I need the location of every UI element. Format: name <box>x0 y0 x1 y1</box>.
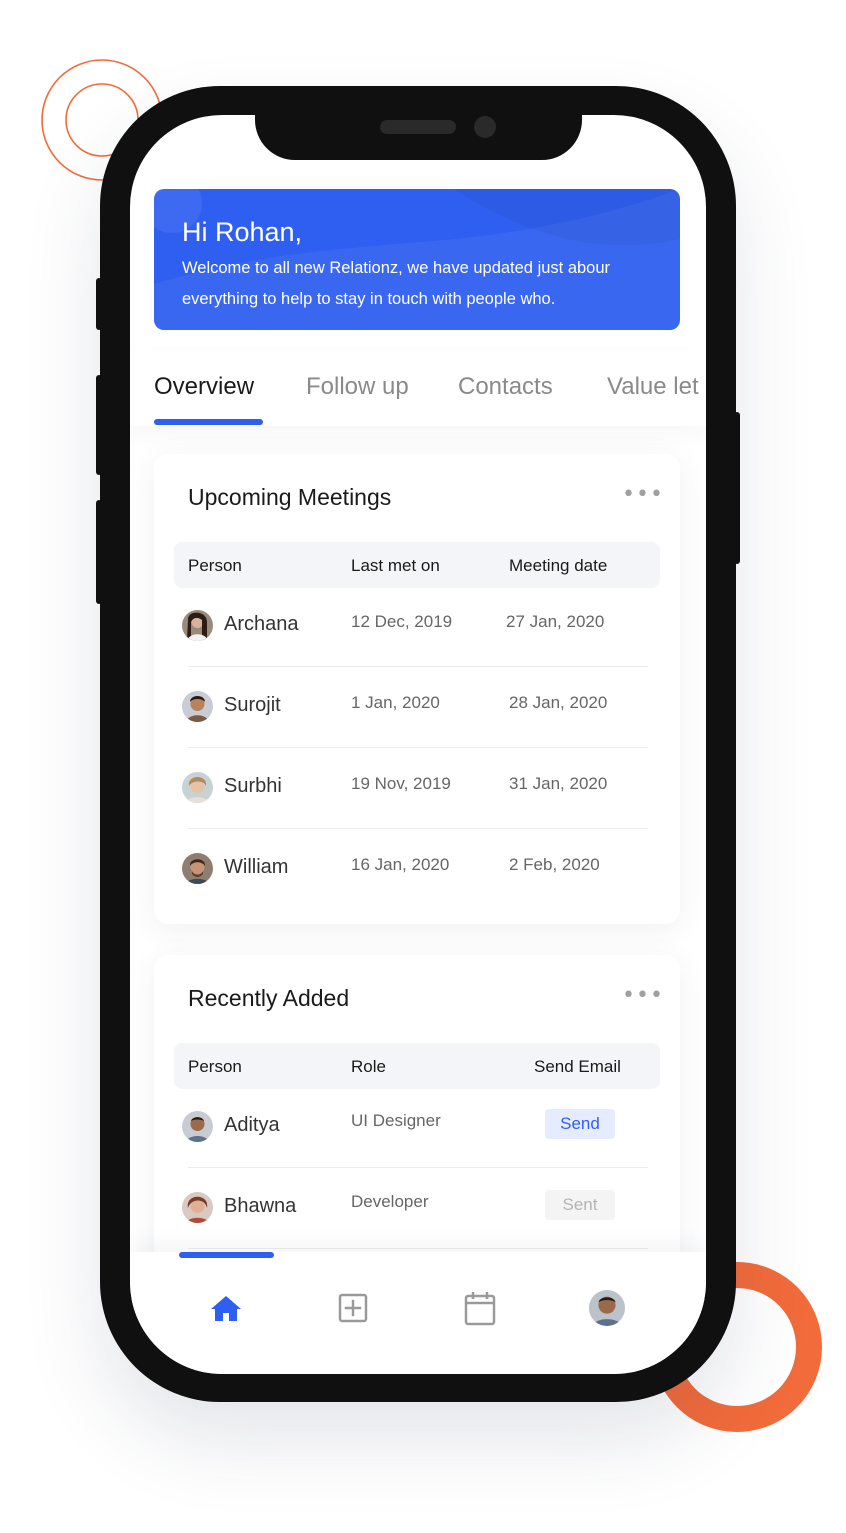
person-name: Aditya <box>224 1114 280 1136</box>
welcome-message: Welcome to all new Relationz, we have up… <box>182 259 611 308</box>
table-row[interactable]: Surojit 1 Jan, 2020 28 Jan, 2020 <box>182 667 648 748</box>
tab-bar: Overview Follow up Contacts Value let <box>130 351 706 426</box>
person-name: Surojit <box>224 694 281 716</box>
tab-overview[interactable]: Overview <box>154 373 254 401</box>
card-title: Recently Added <box>188 985 350 1011</box>
phone-power-button <box>734 412 740 564</box>
table-row[interactable]: William 16 Jan, 2020 2 Feb, 2020 <box>182 829 648 910</box>
upcoming-meetings-card: Upcoming Meetings ••• Person Last met on… <box>154 454 680 924</box>
last-met-date: 19 Nov, 2019 <box>351 774 451 793</box>
column-header: Person <box>188 1057 242 1076</box>
send-email-button[interactable]: Send <box>545 1109 615 1139</box>
last-met-date: 1 Jan, 2020 <box>351 693 440 712</box>
avatar <box>182 1111 213 1142</box>
phone-side-button <box>96 278 102 330</box>
active-nav-indicator <box>179 1252 274 1258</box>
avatar <box>182 610 213 641</box>
nav-calendar[interactable] <box>460 1288 500 1328</box>
last-met-date: 16 Jan, 2020 <box>351 855 450 874</box>
home-icon <box>211 1296 241 1321</box>
person-name: Bhawna <box>224 1195 297 1217</box>
table-row[interactable]: Archana 12 Dec, 2019 27 Jan, 2020 <box>182 586 648 667</box>
more-horizontal-icon[interactable]: ••• <box>622 985 664 1007</box>
phone-volume-up <box>96 375 102 475</box>
active-tab-indicator <box>154 419 263 425</box>
meeting-date: 27 Jan, 2020 <box>506 612 605 631</box>
tab-value-letter[interactable]: Value let <box>607 373 699 401</box>
avatar <box>182 691 213 722</box>
nav-home[interactable] <box>206 1288 246 1328</box>
column-header: Role <box>351 1057 386 1076</box>
person-name: William <box>224 856 289 878</box>
calendar-icon <box>464 1292 496 1326</box>
meeting-date: 2 Feb, 2020 <box>509 855 600 874</box>
welcome-banner: Hi Rohan, Welcome to all new Relationz, … <box>154 189 680 330</box>
table-row[interactable]: Bhawna Developer Sent <box>182 1168 648 1249</box>
person-name: Archana <box>224 613 299 635</box>
add-square-icon <box>338 1293 368 1323</box>
nav-profile[interactable] <box>588 1289 628 1329</box>
phone-volume-down <box>96 500 102 604</box>
avatar <box>182 853 213 884</box>
last-met-date: 12 Dec, 2019 <box>351 612 453 631</box>
meeting-date: 28 Jan, 2020 <box>509 693 608 712</box>
person-name: Surbhi <box>224 775 282 797</box>
card-title: Upcoming Meetings <box>188 484 392 510</box>
table-row[interactable]: Aditya UI Designer Send <box>182 1087 648 1168</box>
table-header: Person Last met on Meeting date <box>174 542 660 588</box>
bottom-navigation <box>130 1252 706 1374</box>
avatar <box>182 1192 213 1223</box>
front-camera <box>474 116 496 138</box>
phone-notch <box>255 110 582 160</box>
avatar <box>182 772 213 803</box>
role: Developer <box>351 1192 429 1211</box>
phone-screen: Hi Rohan, Welcome to all new Relationz, … <box>130 115 706 1374</box>
meeting-date: 31 Jan, 2020 <box>509 774 608 793</box>
more-horizontal-icon[interactable]: ••• <box>622 484 664 506</box>
column-header: Last met on <box>351 556 440 575</box>
role: UI Designer <box>351 1111 441 1130</box>
column-header: Meeting date <box>509 556 608 575</box>
tab-contacts[interactable]: Contacts <box>458 373 553 401</box>
tab-follow-up[interactable]: Follow up <box>306 373 409 401</box>
speaker-grille <box>380 120 456 134</box>
table-header: Person Role Send Email <box>174 1043 660 1089</box>
nav-add[interactable] <box>333 1288 373 1328</box>
column-header: Person <box>188 556 242 575</box>
row-divider <box>188 1248 648 1249</box>
profile-avatar <box>588 1289 626 1327</box>
greeting-title: Hi Rohan, <box>182 217 303 247</box>
sent-status-button: Sent <box>545 1190 615 1220</box>
column-header: Send Email <box>534 1057 621 1076</box>
table-row[interactable]: Surbhi 19 Nov, 2019 31 Jan, 2020 <box>182 748 648 829</box>
